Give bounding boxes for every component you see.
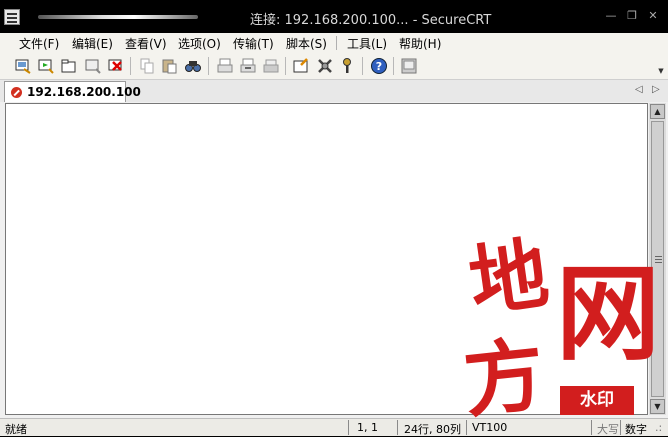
copy-icon[interactable] [138,57,156,75]
toolbar: ? ▼ [0,53,668,80]
menu-transfer[interactable]: 传输(T) [233,35,274,52]
print-icon[interactable] [216,57,234,75]
printer-icon[interactable] [262,57,280,75]
watermark-char-1: 地 [463,228,554,329]
toolbar-separator [362,57,363,75]
resize-grip-icon[interactable]: .: [655,421,662,434]
keymap-icon[interactable] [339,57,357,75]
scroll-up-button[interactable]: ▲ [650,104,665,119]
toolbar-separator [285,57,286,75]
watermark-char-2: 网 [556,252,661,375]
menu-bar: 文件(F) 编辑(E) 查看(V) 选项(O) 传输(T) 脚本(S) 工具(L… [0,33,668,53]
quick-connect-icon[interactable] [37,57,55,75]
scroll-down-button[interactable]: ▼ [650,399,665,414]
menu-help[interactable]: 帮助(H) [399,35,441,52]
terminal-area[interactable] [5,103,648,415]
tab-scroll-left-icon[interactable]: ◁ [635,84,643,95]
title-decoration [38,15,198,19]
connect-icon[interactable] [14,57,32,75]
disconnect-icon[interactable] [107,57,125,75]
menu-view[interactable]: 查看(V) [125,35,167,52]
tab-scroll-right-icon[interactable]: ▷ [652,84,660,95]
global-options-icon[interactable] [316,57,334,75]
disconnected-status-icon [11,87,22,98]
reconnect-icon[interactable] [84,57,102,75]
minimize-button[interactable]: — [604,9,618,23]
svg-text:?: ? [376,60,382,73]
toolbar-separator [208,57,209,75]
menu-edit[interactable]: 编辑(E) [72,35,113,52]
restore-button[interactable]: ❐ [625,9,639,23]
toolbar-separator [130,57,131,75]
menu-tools[interactable]: 工具(L) [347,35,387,52]
session-options-icon[interactable] [292,57,310,75]
paste-icon[interactable] [161,57,179,75]
find-icon[interactable] [184,57,202,75]
session-tab-label: 192.168.200.100 [27,85,141,99]
toolbar-separator [393,57,394,75]
menu-separator [336,36,337,50]
watermark-char-3: 方 [459,327,549,429]
close-button[interactable]: ✕ [646,9,660,23]
help-icon[interactable]: ? [370,57,388,75]
menu-script[interactable]: 脚本(S) [286,35,327,52]
print-selection-icon[interactable] [239,57,257,75]
app-icon[interactable] [4,9,20,25]
status-bar: 就绪 1, 1 24行, 80列 VT100 大写 数字 .: [0,418,668,436]
title-bar[interactable]: 连接: 192.168.200.100... - SecureCRT — ❐ ✕ [0,0,668,33]
toolbar-overflow-icon[interactable]: ▼ [657,67,665,77]
tab-bar: 192.168.200.100 ◁ ▷ [0,80,668,102]
menu-options[interactable]: 选项(O) [178,35,221,52]
watermark-badge: 水印 [560,386,634,415]
status-cursor-position: 1, 1 [357,421,378,434]
connect-in-tab-icon[interactable] [60,57,78,75]
window-title: 连接: 192.168.200.100... - SecureCRT [250,13,492,28]
screenshot-icon[interactable] [400,57,418,75]
status-terminal-type: VT100 [472,421,508,434]
session-tab[interactable]: 192.168.200.100 [4,81,141,102]
securecrt-window: 连接: 192.168.200.100... - SecureCRT — ❐ ✕… [0,0,668,436]
menu-file[interactable]: 文件(F) [19,35,59,52]
